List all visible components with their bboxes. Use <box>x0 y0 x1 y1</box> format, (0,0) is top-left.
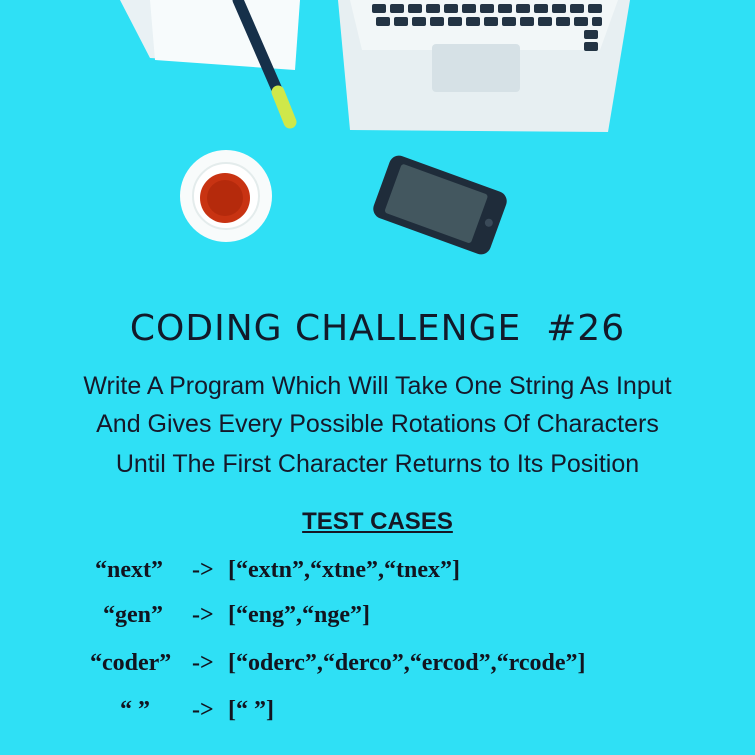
description-line-2: And Gives Every Possible Rotations Of Ch… <box>96 410 659 438</box>
test-case-4-input: “ ” <box>120 697 150 723</box>
test-case-3-input: “coder” <box>90 650 172 676</box>
test-case-2-arrow: -> <box>192 602 214 628</box>
test-case-2-output: [“eng”,“nge”] <box>228 602 370 628</box>
challenge-title: CODING CHALLENGE #26 <box>129 308 626 349</box>
test-cases-heading: TEST CASES <box>302 508 453 535</box>
test-case-3-output: [“oderc”,“derco”,“ercod”,“rcode”] <box>228 650 586 676</box>
paper-icon <box>120 0 300 70</box>
coffee-cup-icon <box>180 150 272 242</box>
test-case-4-output: [“ ”] <box>228 697 274 723</box>
test-case-4-arrow: -> <box>192 697 214 723</box>
smartphone-icon <box>373 155 507 255</box>
description-line-3: Until The First Character Returns to Its… <box>115 450 640 478</box>
test-case-1-input: “next” <box>95 557 163 583</box>
test-case-3-arrow: -> <box>192 650 214 676</box>
test-case-1-output: [“extn”,“xtne”,“tnex”] <box>228 557 460 583</box>
laptop-icon <box>338 0 630 132</box>
test-case-1-arrow: -> <box>192 557 214 583</box>
description-line-1: Write A Program Which Will Take One Stri… <box>83 372 672 400</box>
test-case-2-input: “gen” <box>103 602 163 628</box>
